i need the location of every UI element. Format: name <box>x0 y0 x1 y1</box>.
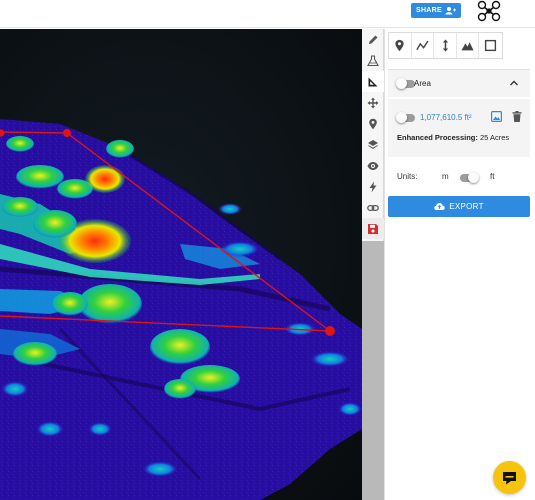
height-arrow-icon <box>442 39 448 52</box>
share-button[interactable]: SHARE <box>411 3 461 18</box>
top-bar: SHARE <box>0 0 535 28</box>
point-measure-button[interactable] <box>389 33 412 58</box>
chat-button[interactable] <box>493 461 526 494</box>
chevron-up-icon[interactable] <box>509 79 519 87</box>
vertical-toolbar <box>362 29 384 241</box>
area-square-icon <box>485 39 497 52</box>
point-cloud-viewport[interactable] <box>0 29 362 500</box>
drone-logo-icon[interactable] <box>477 0 501 22</box>
area-visibility-toggle[interactable] <box>396 78 415 89</box>
eye-icon <box>367 161 379 170</box>
save-icon <box>368 223 378 234</box>
measurement-visibility-toggle[interactable] <box>396 112 415 123</box>
volume-flask-icon <box>367 54 379 66</box>
layers-icon <box>368 139 378 149</box>
cloud-upload-icon <box>434 203 445 211</box>
area-measure-button[interactable] <box>479 33 502 58</box>
unit-option-m[interactable]: m <box>442 172 449 181</box>
export-button[interactable]: EXPORT <box>388 196 530 217</box>
measure-type-toolbar <box>388 32 503 59</box>
enhanced-processing-label: Enhanced Processing: <box>397 133 478 142</box>
profile-mountain-icon <box>461 42 474 51</box>
point-pin-icon <box>395 39 404 52</box>
move-arrows-icon <box>367 97 379 108</box>
save-button[interactable] <box>362 218 384 239</box>
move-tool-button[interactable] <box>362 92 384 113</box>
add-person-icon <box>445 7 456 15</box>
units-toggle[interactable] <box>460 172 479 183</box>
image-icon[interactable] <box>491 111 502 122</box>
enhanced-processing-row: Enhanced Processing: 25 Acres <box>397 133 509 142</box>
link-icon <box>367 204 379 211</box>
layers-button[interactable] <box>362 134 384 155</box>
location-pin-icon <box>369 118 377 129</box>
export-label: EXPORT <box>449 202 484 211</box>
lightning-icon <box>369 181 377 192</box>
measure-angle-icon <box>368 77 378 86</box>
area-measurement-value: 1,077,610.5 ft² <box>420 113 472 122</box>
location-tool-button[interactable] <box>362 113 384 134</box>
profile-measure-button[interactable] <box>457 33 480 58</box>
volume-tool-button[interactable] <box>362 50 384 71</box>
draw-tool-button[interactable] <box>362 29 384 50</box>
polyline-icon <box>416 40 429 51</box>
processing-button[interactable] <box>362 176 384 197</box>
area-section-label: Area <box>414 79 431 88</box>
share-label: SHARE <box>415 7 442 14</box>
chat-bubble-icon <box>503 471 516 484</box>
trash-icon[interactable] <box>512 111 522 122</box>
units-label: Units: <box>397 172 418 181</box>
unit-option-ft[interactable]: ft <box>490 172 494 181</box>
area-section-header[interactable]: Area <box>388 69 530 97</box>
app-root: SHARE Area 1,077,610.5 ft² Enhanced Proc… <box>0 0 535 500</box>
enhanced-processing-value: 25 Acres <box>479 133 510 142</box>
visibility-button[interactable] <box>362 155 384 176</box>
height-measure-button[interactable] <box>434 33 457 58</box>
point-cloud-render <box>0 119 362 500</box>
pencil-icon <box>369 35 378 44</box>
link-button[interactable] <box>362 197 384 218</box>
measure-tool-button[interactable] <box>362 71 384 92</box>
area-measurement-item: 1,077,610.5 ft² Enhanced Processing: 25 … <box>388 99 530 157</box>
distance-measure-button[interactable] <box>412 33 435 58</box>
